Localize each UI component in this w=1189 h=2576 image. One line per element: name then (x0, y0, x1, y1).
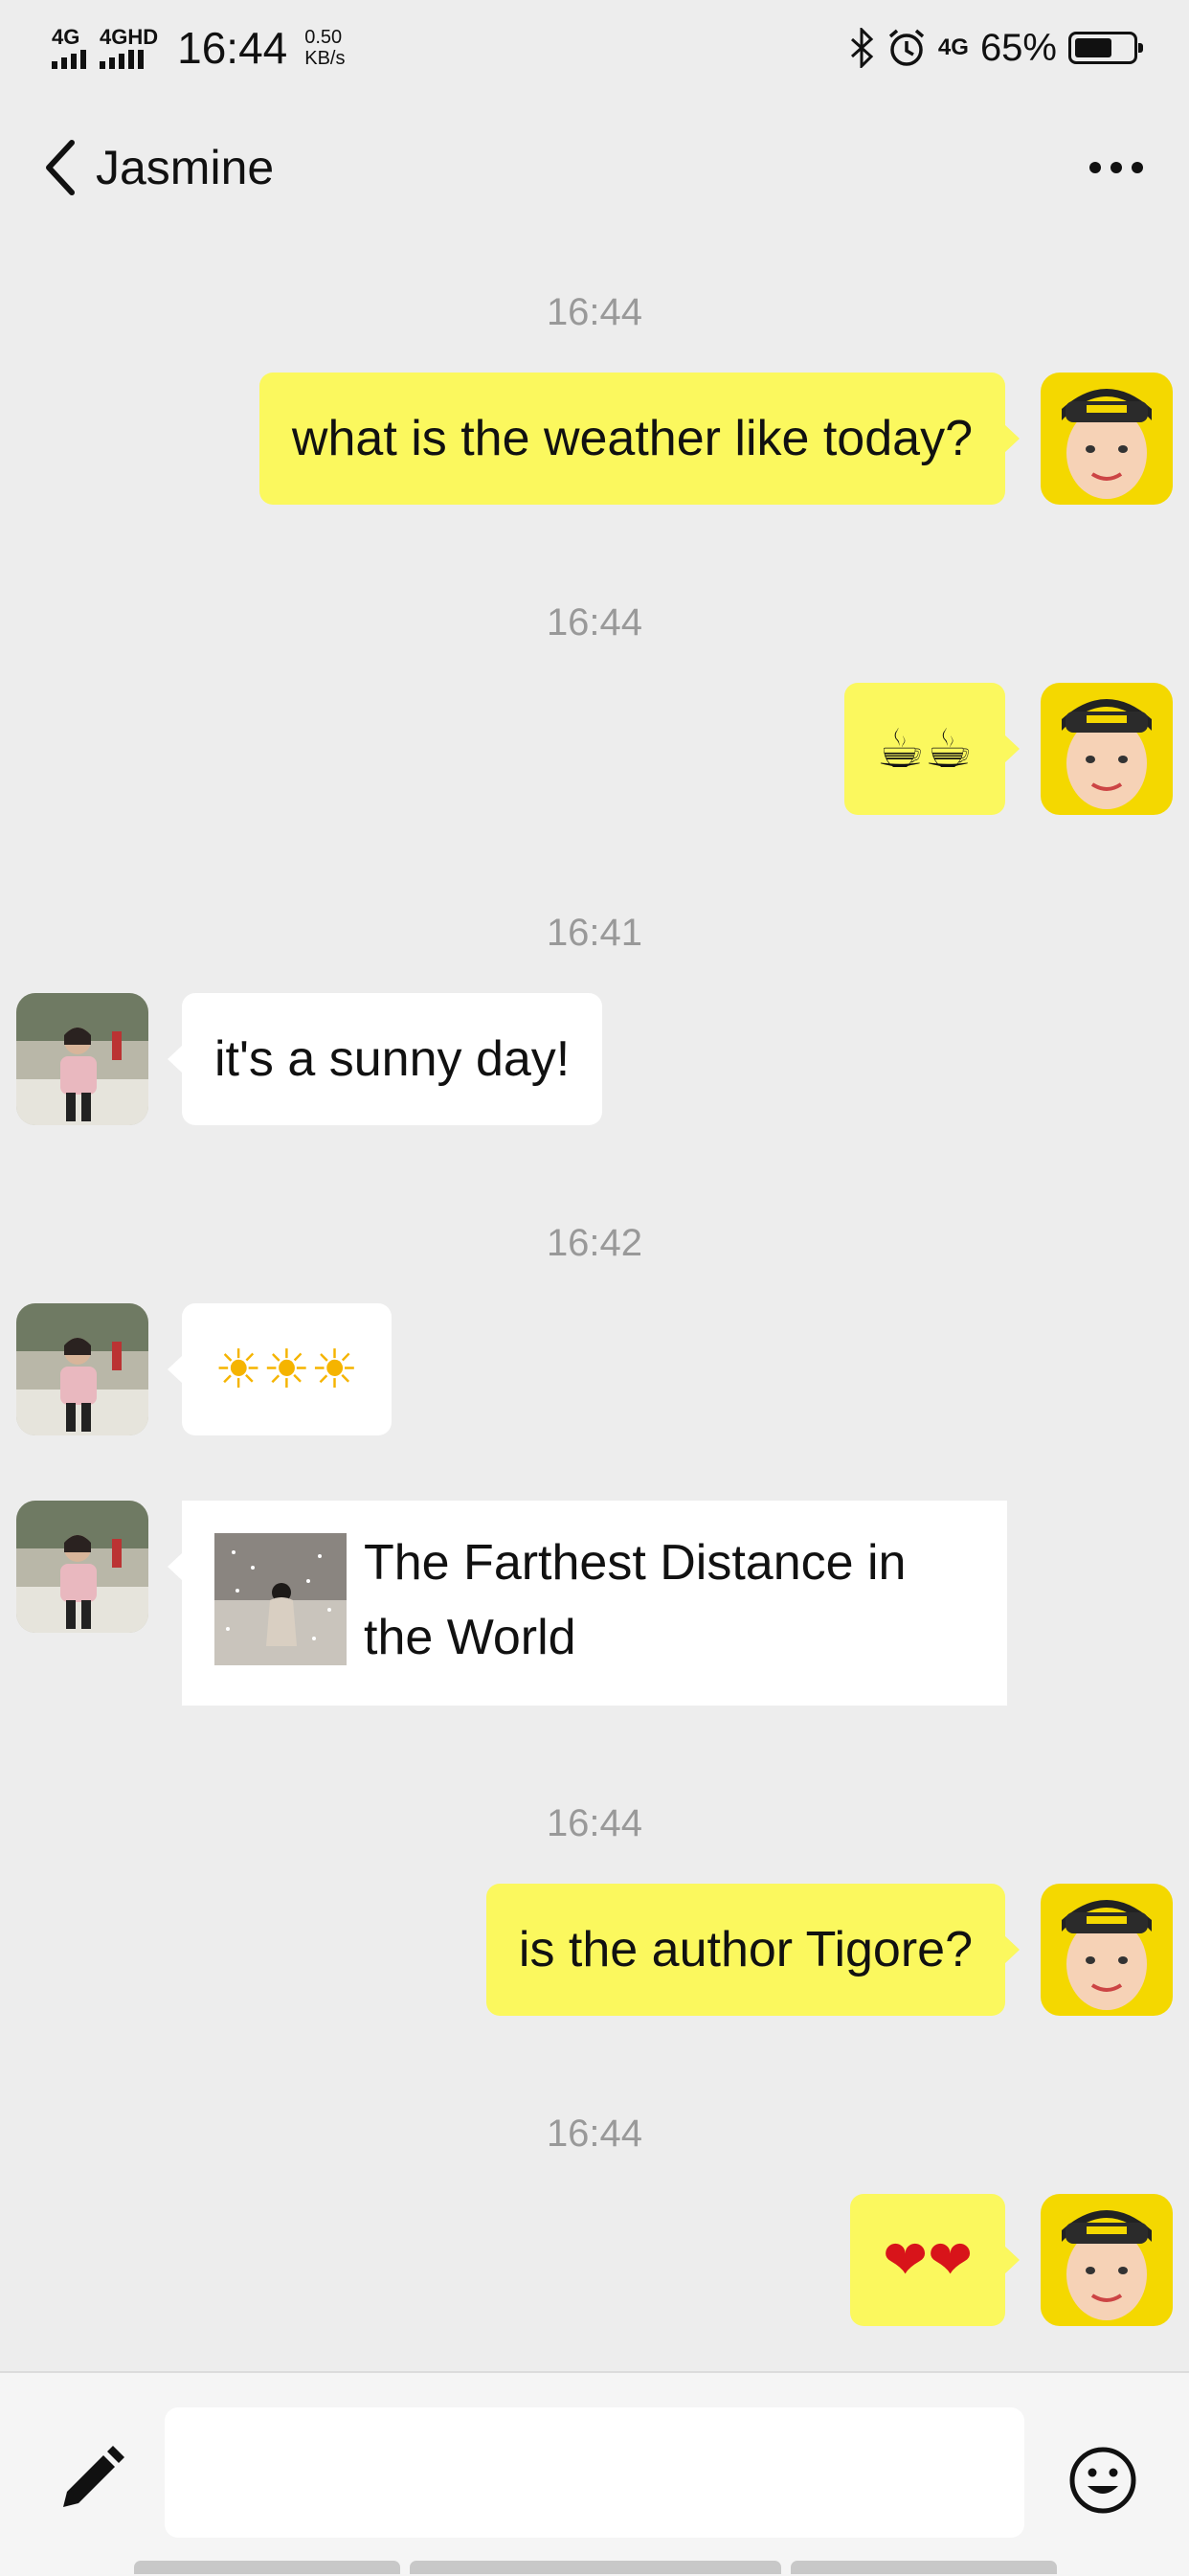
my-avatar[interactable] (1041, 2194, 1173, 2326)
speed-value: 0.50 (304, 27, 343, 48)
message-bubble-outgoing[interactable]: ❤❤ (850, 2194, 1020, 2326)
smiley-icon (1069, 2447, 1136, 2514)
signal-sim2: 4GHD (100, 27, 158, 69)
compose-button[interactable] (54, 2440, 130, 2517)
contact-avatar[interactable] (16, 1303, 148, 1435)
contact-avatar[interactable] (16, 1501, 148, 1633)
contact-avatar[interactable] (16, 993, 148, 1125)
network-speed: 0.50 KB/s (304, 27, 345, 69)
avatar-boy-image (1041, 1884, 1173, 2016)
message-input[interactable] (165, 2407, 1024, 2538)
message-bubble-incoming[interactable]: ☀☀☀ (168, 1303, 392, 1435)
link-thumbnail (214, 1533, 347, 1665)
pencil-icon (63, 2446, 124, 2507)
heart-emoji-icon: ❤❤ (883, 2229, 973, 2290)
signal-bars-1-icon (52, 48, 86, 69)
avatar-woman-image (16, 993, 148, 1125)
message-timestamp: 16:44 (546, 1802, 643, 1844)
input-bar (0, 2371, 1189, 2576)
more-options-button[interactable] (1078, 134, 1155, 201)
nav-indicator-left (134, 2561, 400, 2574)
nav-indicator-right (791, 2561, 1057, 2574)
speed-unit: KB/s (304, 48, 346, 69)
message-text: it's a sunny day! (214, 1031, 571, 1087)
nav-indicator-center (410, 2561, 781, 2574)
back-button[interactable] (34, 134, 86, 201)
avatar-boy-image (1041, 683, 1173, 815)
signal-label-2: 4GHD (100, 25, 159, 49)
network-type: 4G (937, 34, 969, 60)
avatar-boy-image (1041, 373, 1173, 505)
more-dots-icon (1089, 162, 1101, 173)
status-time: 16:44 (177, 23, 288, 73)
battery-fill (1075, 38, 1111, 57)
message-bubble-outgoing[interactable]: is the author Tigore? (485, 1884, 1021, 2016)
my-avatar[interactable] (1041, 1884, 1173, 2016)
message-text: what is the weather like today? (291, 411, 973, 466)
status-left: 4G 4GHD 16:44 0.50 KB/s (52, 19, 346, 77)
status-right: 4G 65% (848, 19, 1143, 77)
message-timestamp: 16:41 (546, 912, 643, 954)
avatar-woman-image (16, 1501, 148, 1633)
bluetooth-icon (850, 28, 874, 68)
message-timestamp: 16:44 (546, 291, 643, 333)
message-text: is the author Tigore? (518, 1922, 973, 1977)
message-timestamp: 16:44 (546, 601, 643, 644)
emoji-button[interactable] (1066, 2444, 1139, 2517)
signal-label-1: 4G (52, 25, 80, 49)
back-arrow-icon (46, 140, 75, 195)
my-avatar[interactable] (1041, 683, 1173, 815)
message-timestamp: 16:44 (546, 2113, 643, 2155)
avatar-woman-image (16, 1303, 148, 1435)
girl-in-snow-image (214, 1533, 347, 1665)
alarm-icon (888, 29, 925, 66)
coffee-emoji-icon: ☕☕ (876, 718, 973, 779)
message-bubble-incoming[interactable]: it's a sunny day! (167, 993, 603, 1125)
message-bubble-outgoing[interactable]: what is the weather like today? (258, 373, 1021, 505)
my-avatar[interactable] (1041, 373, 1173, 505)
sun-emoji-icon: ☀☀☀ (214, 1339, 359, 1399)
link-title: The Farthest Distance in the World (364, 1535, 907, 1665)
link-card[interactable]: The Farthest Distance in the World (168, 1501, 1007, 1706)
status-bar: 4G 4GHD 16:44 0.50 KB/s 4G 65% (0, 0, 1189, 92)
signal-sim1: 4G (52, 27, 86, 69)
avatar-boy-image (1041, 2194, 1173, 2326)
signal-bars-2-icon (100, 48, 144, 69)
battery-icon (1068, 32, 1143, 64)
message-timestamp: 16:42 (546, 1222, 643, 1264)
chat-header: Jasmine (0, 115, 1189, 220)
message-bubble-outgoing[interactable]: ☕☕ (843, 683, 1021, 815)
contact-name: Jasmine (96, 141, 275, 194)
battery-percent: 65% (979, 26, 1057, 69)
